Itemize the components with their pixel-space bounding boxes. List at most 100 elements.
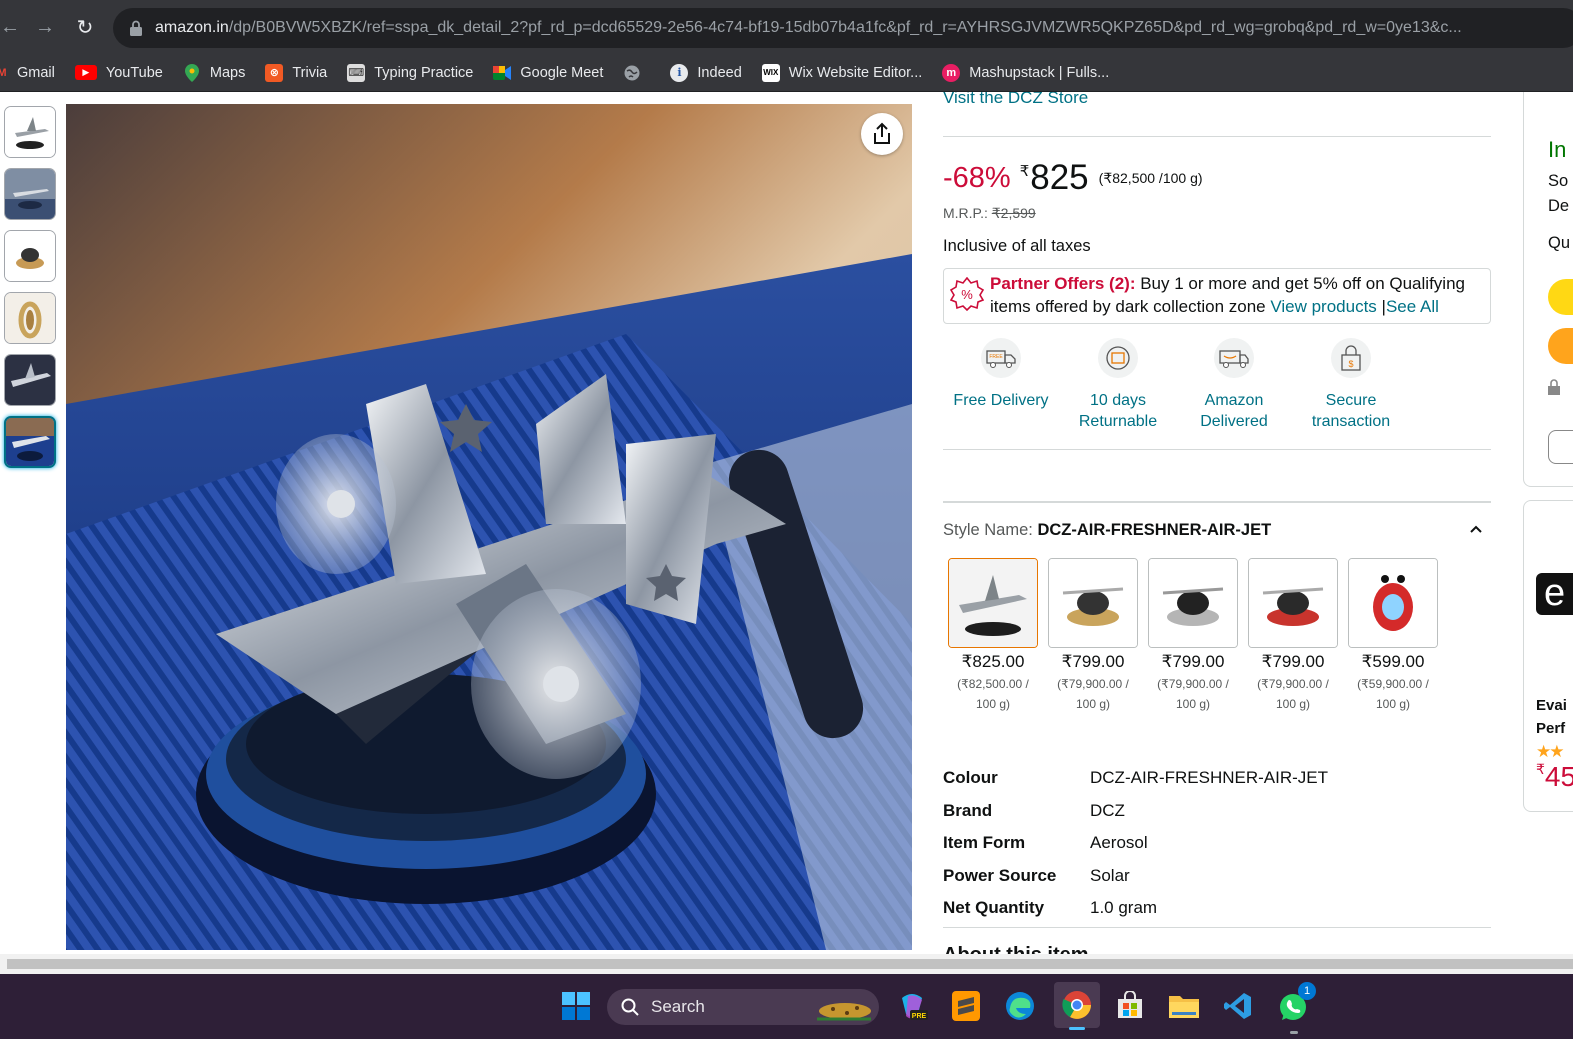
spec-row: Power Source Solar bbox=[943, 865, 1130, 885]
feature-returnable[interactable]: 10 days Returnable bbox=[1063, 338, 1173, 432]
sponsored-ad[interactable]: e Evai Perf ★★ ₹45 bbox=[1523, 500, 1573, 812]
currency-symbol: ₹ bbox=[1019, 163, 1030, 180]
forward-arrow-icon[interactable]: → bbox=[27, 9, 63, 45]
file-explorer-icon[interactable] bbox=[1164, 986, 1204, 1026]
divider bbox=[943, 927, 1491, 928]
browser-toolbar: ← → ↻ amazon.in/dp/B0BVW5XBZK/ref=sspa_d… bbox=[0, 0, 1573, 54]
trivia-icon: ⊗ bbox=[265, 63, 284, 82]
active-app-indicator bbox=[1069, 1027, 1085, 1030]
thumbnail-4[interactable] bbox=[4, 292, 56, 344]
add-to-wishlist-button[interactable] bbox=[1548, 430, 1573, 464]
secure-lock-icon: $ bbox=[1331, 338, 1371, 378]
bookmark-youtube[interactable]: ▶ YouTube bbox=[74, 65, 163, 81]
lock-icon[interactable] bbox=[129, 20, 143, 36]
mashupstack-icon: m bbox=[942, 63, 961, 82]
style-variant-3[interactable]: ₹799.00 (₹79,900.00 /100 g) bbox=[1148, 558, 1238, 714]
variant-image bbox=[1048, 558, 1138, 648]
bookmark-globe[interactable] bbox=[623, 64, 650, 82]
url-text[interactable]: amazon.in/dp/B0BVW5XBZK/ref=sspa_dk_deta… bbox=[155, 19, 1462, 37]
maps-pin-icon bbox=[183, 63, 201, 82]
taxes-note: Inclusive of all taxes bbox=[943, 237, 1091, 255]
horizontal-scrollbar[interactable] bbox=[0, 954, 1573, 974]
lock-icon bbox=[1548, 379, 1560, 395]
product-main-image[interactable] bbox=[66, 104, 912, 950]
feature-amazon-delivered[interactable]: Amazon Delivered bbox=[1179, 338, 1289, 432]
bookmark-google-meet[interactable]: Google Meet bbox=[493, 64, 603, 82]
copilot-icon[interactable]: PRE bbox=[892, 986, 932, 1026]
address-bar[interactable]: amazon.in/dp/B0BVW5XBZK/ref=sspa_dk_deta… bbox=[113, 8, 1573, 48]
taskbar-search-box[interactable]: Search bbox=[607, 989, 879, 1025]
windows-taskbar: Search PRE 1 bbox=[0, 974, 1573, 1039]
style-variant-4[interactable]: ₹799.00 (₹79,900.00 /100 g) bbox=[1248, 558, 1338, 714]
microsoft-store-icon[interactable] bbox=[1110, 986, 1150, 1026]
mrp: M.R.P.: ₹2,599 bbox=[943, 205, 1036, 221]
specs-table: Colour DCZ-AIR-FRESHNER-AIR-JET Brand DCZ … bbox=[943, 762, 1491, 925]
variant-image bbox=[948, 558, 1038, 648]
thumbnail-strip bbox=[4, 106, 56, 478]
reload-icon[interactable]: ↻ bbox=[67, 9, 103, 45]
view-products-link[interactable]: View products bbox=[1270, 297, 1376, 316]
offer-badge-icon: % bbox=[950, 277, 984, 311]
thumbnail-2[interactable] bbox=[4, 168, 56, 220]
discount-percentage: -68% bbox=[943, 162, 1011, 194]
price-row: -68% ₹ 825 (₹82,500 /100 g) bbox=[943, 158, 1203, 198]
chrome-taskbar-icon[interactable] bbox=[1054, 982, 1100, 1030]
feature-free-delivery[interactable]: FREE Free Delivery bbox=[946, 338, 1056, 411]
quantity-selector[interactable]: Qu bbox=[1548, 234, 1570, 253]
search-icon bbox=[621, 998, 639, 1016]
thumbnail-3[interactable] bbox=[4, 230, 56, 282]
feature-secure-transaction[interactable]: $ Secure transaction bbox=[1296, 338, 1406, 432]
style-variant-1[interactable]: ₹825.00 (₹82,500.00 /100 g) bbox=[948, 558, 1038, 714]
spec-row: Net Quantity 1.0 gram bbox=[943, 898, 1158, 918]
back-arrow-icon[interactable]: ← bbox=[0, 9, 28, 45]
variant-image bbox=[1348, 558, 1438, 648]
see-all-link[interactable]: See All bbox=[1386, 297, 1439, 316]
whatsapp-icon[interactable]: 1 bbox=[1274, 982, 1316, 1034]
buy-box: In So De Qu bbox=[1523, 92, 1573, 487]
sublime-text-icon[interactable] bbox=[946, 986, 986, 1026]
bookmark-indeed[interactable]: i Indeed bbox=[670, 63, 742, 82]
buy-now-button[interactable] bbox=[1548, 328, 1573, 364]
thumbnail-6-selected[interactable] bbox=[4, 416, 56, 468]
ad-brand-logo: e bbox=[1536, 573, 1573, 615]
bookmark-gmail[interactable]: M Gmail bbox=[0, 64, 55, 82]
solar-jet-air-freshener-image bbox=[66, 104, 912, 950]
bookmark-maps[interactable]: Maps bbox=[183, 63, 245, 82]
bookmark-typing-practice[interactable]: ⌨ Typing Practice bbox=[347, 63, 473, 82]
offer-title: Partner Offers (2): bbox=[990, 274, 1136, 293]
typing-practice-icon: ⌨ bbox=[347, 63, 366, 82]
offer-text-2: items offered by dark collection zone bbox=[990, 297, 1271, 316]
divider bbox=[943, 501, 1491, 503]
edge-icon[interactable] bbox=[1000, 986, 1040, 1026]
variant-image bbox=[1248, 558, 1338, 648]
bookmarks-bar: M Gmail ▶ YouTube Maps ⊗ Trivia ⌨ Typing Pra… bbox=[0, 54, 1573, 92]
wix-icon: WIX bbox=[761, 63, 780, 82]
share-button[interactable] bbox=[861, 113, 903, 155]
thumbnail-5[interactable] bbox=[4, 354, 56, 406]
free-delivery-truck-icon: FREE bbox=[981, 338, 1021, 378]
add-to-cart-button[interactable] bbox=[1548, 279, 1573, 315]
price: 825 bbox=[1030, 158, 1089, 197]
svg-text:FREE: FREE bbox=[989, 354, 1003, 360]
style-name-value: DCZ-AIR-FRESHNER-AIR-JET bbox=[1037, 521, 1272, 539]
scrollbar-thumb[interactable] bbox=[7, 959, 1573, 969]
offer-text: Buy 1 or more and get 5% off on Qualifyi… bbox=[1135, 274, 1465, 293]
bookmark-wix[interactable]: WIX Wix Website Editor... bbox=[761, 63, 922, 82]
windows-start-icon[interactable] bbox=[556, 986, 596, 1026]
about-this-item-heading: About this item bbox=[943, 944, 1089, 954]
search-highlight-leopard-icon bbox=[817, 1003, 871, 1021]
product-page: Visit the DCZ Store -68% ₹ 825 (₹82,500 … bbox=[0, 92, 1573, 954]
store-link[interactable]: Visit the DCZ Store bbox=[943, 92, 1088, 108]
vscode-icon[interactable] bbox=[1218, 986, 1258, 1026]
chevron-up-icon[interactable] bbox=[1469, 522, 1483, 536]
partner-offer-box: % Partner Offers (2): Buy 1 or more and … bbox=[943, 268, 1491, 324]
style-variant-2[interactable]: ₹799.00 (₹79,900.00 /100 g) bbox=[1048, 558, 1138, 714]
youtube-icon: ▶ bbox=[74, 65, 97, 80]
thumbnail-1[interactable] bbox=[4, 106, 56, 158]
indeed-icon: i bbox=[670, 63, 689, 82]
bookmark-mashupstack[interactable]: m Mashupstack | Fulls... bbox=[942, 63, 1109, 82]
svg-text:PRE: PRE bbox=[912, 1013, 927, 1020]
bookmark-trivia[interactable]: ⊗ Trivia bbox=[265, 63, 327, 82]
star-rating-icon: ★★ bbox=[1536, 742, 1565, 761]
style-variant-5[interactable]: ₹599.00 (₹59,900.00 /100 g) bbox=[1348, 558, 1438, 714]
